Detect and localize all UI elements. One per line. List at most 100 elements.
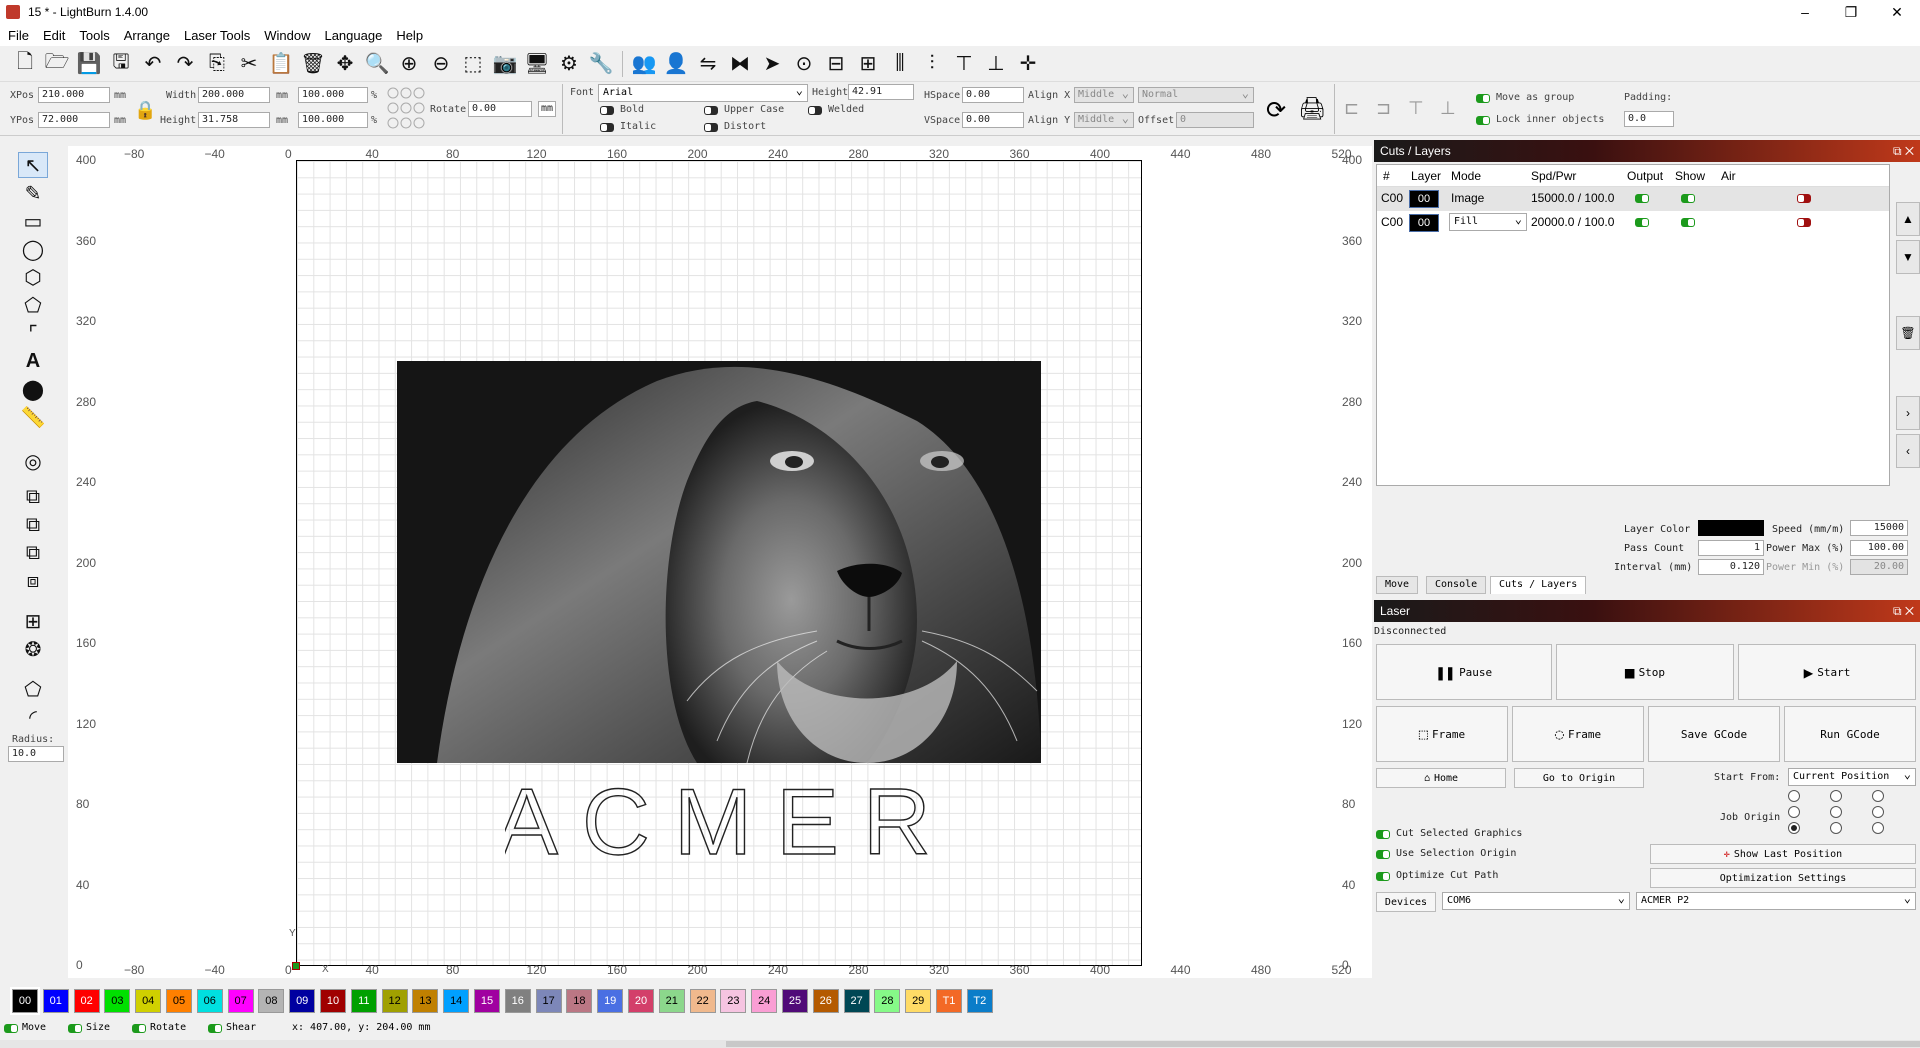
target-icon[interactable]: ⊙ xyxy=(789,49,819,79)
optimize-cut-path-toggle[interactable] xyxy=(1376,872,1390,881)
zoom-in-icon[interactable]: ⊕ xyxy=(394,49,424,79)
group-icon[interactable]: 👥 xyxy=(629,49,659,79)
height-input[interactable]: 31.758 xyxy=(198,112,270,128)
palette-swatch-21[interactable]: 21 xyxy=(658,989,685,1013)
palette-swatch-03[interactable]: 03 xyxy=(104,989,131,1013)
align-top-icon[interactable]: ⊤ xyxy=(1408,98,1424,119)
vspace-input[interactable]: 0.00 xyxy=(962,112,1024,128)
boolean-subtract-icon[interactable]: ⧉ xyxy=(18,540,48,566)
boolean-union-icon[interactable]: ⧉ xyxy=(18,512,48,538)
palette-swatch-12[interactable]: 12 xyxy=(381,989,408,1013)
align-y-select[interactable]: Middle xyxy=(1074,111,1134,128)
collapse-left-icon[interactable]: ‹ xyxy=(1896,434,1920,468)
tab-move[interactable]: Move xyxy=(1376,576,1419,594)
home-button[interactable]: ⌂ Home xyxy=(1376,768,1506,788)
send-icon[interactable]: ➤ xyxy=(757,49,787,79)
shear-toggle[interactable] xyxy=(208,1024,222,1033)
polygon-icon[interactable]: ⬡ xyxy=(18,264,48,290)
settings-gear-icon[interactable]: ⚙ xyxy=(554,49,584,79)
expand-right-icon[interactable]: › xyxy=(1896,396,1920,430)
undock-close-icon[interactable]: ⧉ ✕ xyxy=(1893,144,1914,159)
padding-input[interactable]: 0.0 xyxy=(1624,111,1674,127)
position-marker-icon[interactable]: ⬤ xyxy=(18,376,48,402)
rotate-input[interactable]: 0.00 xyxy=(468,101,532,117)
move-toggle[interactable] xyxy=(4,1024,18,1033)
lion-image[interactable] xyxy=(397,361,1041,763)
delete-layer-icon[interactable]: 🗑 xyxy=(1896,316,1920,350)
delete-icon[interactable]: 🗑 xyxy=(298,49,328,79)
ellipse-icon[interactable]: ◯ xyxy=(18,236,48,262)
node-edit-icon[interactable]: ⬠ xyxy=(18,676,48,702)
open-folder-icon[interactable]: 🗁 xyxy=(42,49,72,79)
palette-swatch-23[interactable]: 23 xyxy=(720,989,747,1013)
frame-circle-button[interactable]: ◌ Frame xyxy=(1512,706,1644,762)
undo-icon[interactable]: ↶ xyxy=(138,49,168,79)
offset-icon[interactable]: ◎ xyxy=(18,448,48,474)
ruler-icon[interactable]: 📏 xyxy=(18,404,48,430)
show-toggle[interactable] xyxy=(1681,194,1695,203)
job-origin-radio-ml[interactable] xyxy=(1788,806,1800,818)
corner-radius-icon[interactable]: ◜ xyxy=(18,704,48,730)
job-origin-radio-tc[interactable] xyxy=(1830,790,1842,802)
pentagon-icon[interactable]: ⬠ xyxy=(18,292,48,318)
weld-icon[interactable]: ⧉ xyxy=(18,484,48,510)
font-height-input[interactable]: 42.91 xyxy=(848,84,914,100)
paste-icon[interactable]: 📋 xyxy=(266,49,296,79)
align-bottom-icon[interactable]: ⊥ xyxy=(1440,98,1456,119)
scrollbar-thumb[interactable] xyxy=(726,1041,1920,1047)
boolean-intersect-icon[interactable]: ⧈ xyxy=(18,568,48,594)
width-percent-input[interactable]: 100.000 xyxy=(298,87,368,103)
flip-horizontal-icon[interactable]: ⇋ xyxy=(693,49,723,79)
upper-case-toggle[interactable] xyxy=(704,106,718,115)
height-percent-input[interactable]: 100.000 xyxy=(298,112,368,128)
move-layer-up-icon[interactable]: ▲ xyxy=(1896,202,1920,236)
palette-swatch-17[interactable]: 17 xyxy=(535,989,562,1013)
palette-swatch-t1[interactable]: T1 xyxy=(936,989,962,1013)
palette-swatch-11[interactable]: 11 xyxy=(350,989,377,1013)
output-toggle[interactable] xyxy=(1635,218,1649,227)
font-select[interactable]: Arial xyxy=(598,83,808,102)
menu-laser-tools[interactable]: Laser Tools xyxy=(184,28,250,43)
mirror-icon[interactable]: ⧓ xyxy=(725,49,755,79)
minimize-button[interactable]: – xyxy=(1782,0,1828,24)
palette-swatch-t2[interactable]: T2 xyxy=(966,989,993,1013)
horizontal-scrollbar[interactable] xyxy=(0,1040,1920,1048)
palette-swatch-01[interactable]: 01 xyxy=(42,989,69,1013)
close-button[interactable]: ✕ xyxy=(1874,0,1920,24)
grid-array-icon[interactable]: ⊞ xyxy=(18,608,48,634)
layer-color-box[interactable] xyxy=(1698,520,1764,536)
tools-wrench-icon[interactable]: 🔧 xyxy=(586,49,616,79)
menu-edit[interactable]: Edit xyxy=(43,28,65,43)
zoom-out-icon[interactable]: ⊖ xyxy=(426,49,456,79)
devices-button[interactable]: Devices xyxy=(1376,892,1436,912)
power-min-input[interactable]: 20.00 xyxy=(1850,559,1908,575)
speed-input[interactable]: 15000 xyxy=(1850,520,1908,536)
palette-swatch-00[interactable]: 00 xyxy=(10,987,40,1015)
zoom-selection-icon[interactable]: ⬚ xyxy=(458,49,488,79)
circular-array-icon[interactable]: ❂ xyxy=(18,636,48,662)
run-gcode-button[interactable]: Run GCode xyxy=(1784,706,1916,762)
palette-swatch-24[interactable]: 24 xyxy=(751,989,778,1013)
palette-swatch-15[interactable]: 15 xyxy=(474,989,500,1013)
palette-swatch-22[interactable]: 22 xyxy=(689,989,716,1013)
palette-swatch-13[interactable]: 13 xyxy=(412,989,439,1013)
maximize-button[interactable]: ❐ xyxy=(1828,0,1874,24)
zoom-fit-icon[interactable]: 🔍 xyxy=(362,49,392,79)
menu-tools[interactable]: Tools xyxy=(79,28,109,43)
rectangle-icon[interactable]: ▭ xyxy=(18,208,48,234)
move-layer-down-icon[interactable]: ▼ xyxy=(1896,240,1920,274)
palette-swatch-18[interactable]: 18 xyxy=(566,989,593,1013)
output-toggle[interactable] xyxy=(1635,194,1649,203)
menu-language[interactable]: Language xyxy=(324,28,382,43)
menu-arrange[interactable]: Arrange xyxy=(124,28,170,43)
start-from-select[interactable]: Current Position xyxy=(1788,767,1916,786)
palette-swatch-20[interactable]: 20 xyxy=(628,989,654,1013)
ypos-input[interactable]: 72.000 xyxy=(38,112,110,128)
width-input[interactable]: 200.000 xyxy=(198,87,270,103)
xpos-input[interactable]: 210.000 xyxy=(38,87,110,103)
menu-file[interactable]: File xyxy=(8,28,29,43)
layer-mode-select[interactable]: Fill xyxy=(1449,212,1527,231)
new-file-icon[interactable]: 🗋 xyxy=(10,49,40,79)
port-select[interactable]: COM6 xyxy=(1442,891,1630,910)
optimization-settings-button[interactable]: Optimization Settings xyxy=(1650,868,1916,888)
